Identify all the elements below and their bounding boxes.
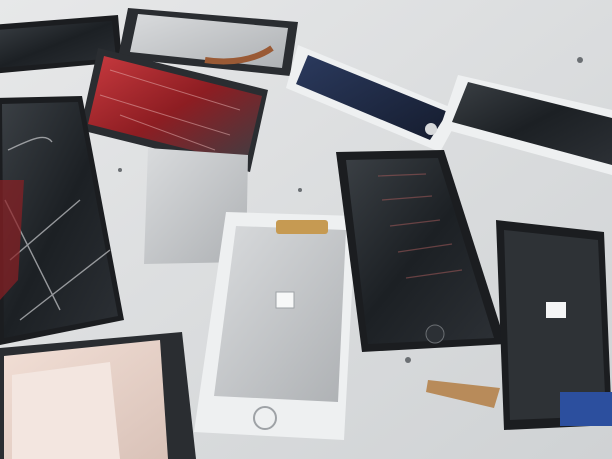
phone-bottom-left-pink-frame [0,332,196,459]
photo-illustration [0,0,612,459]
broken-phone-screens-photo [0,0,612,459]
phone-right-black-back [496,220,612,430]
